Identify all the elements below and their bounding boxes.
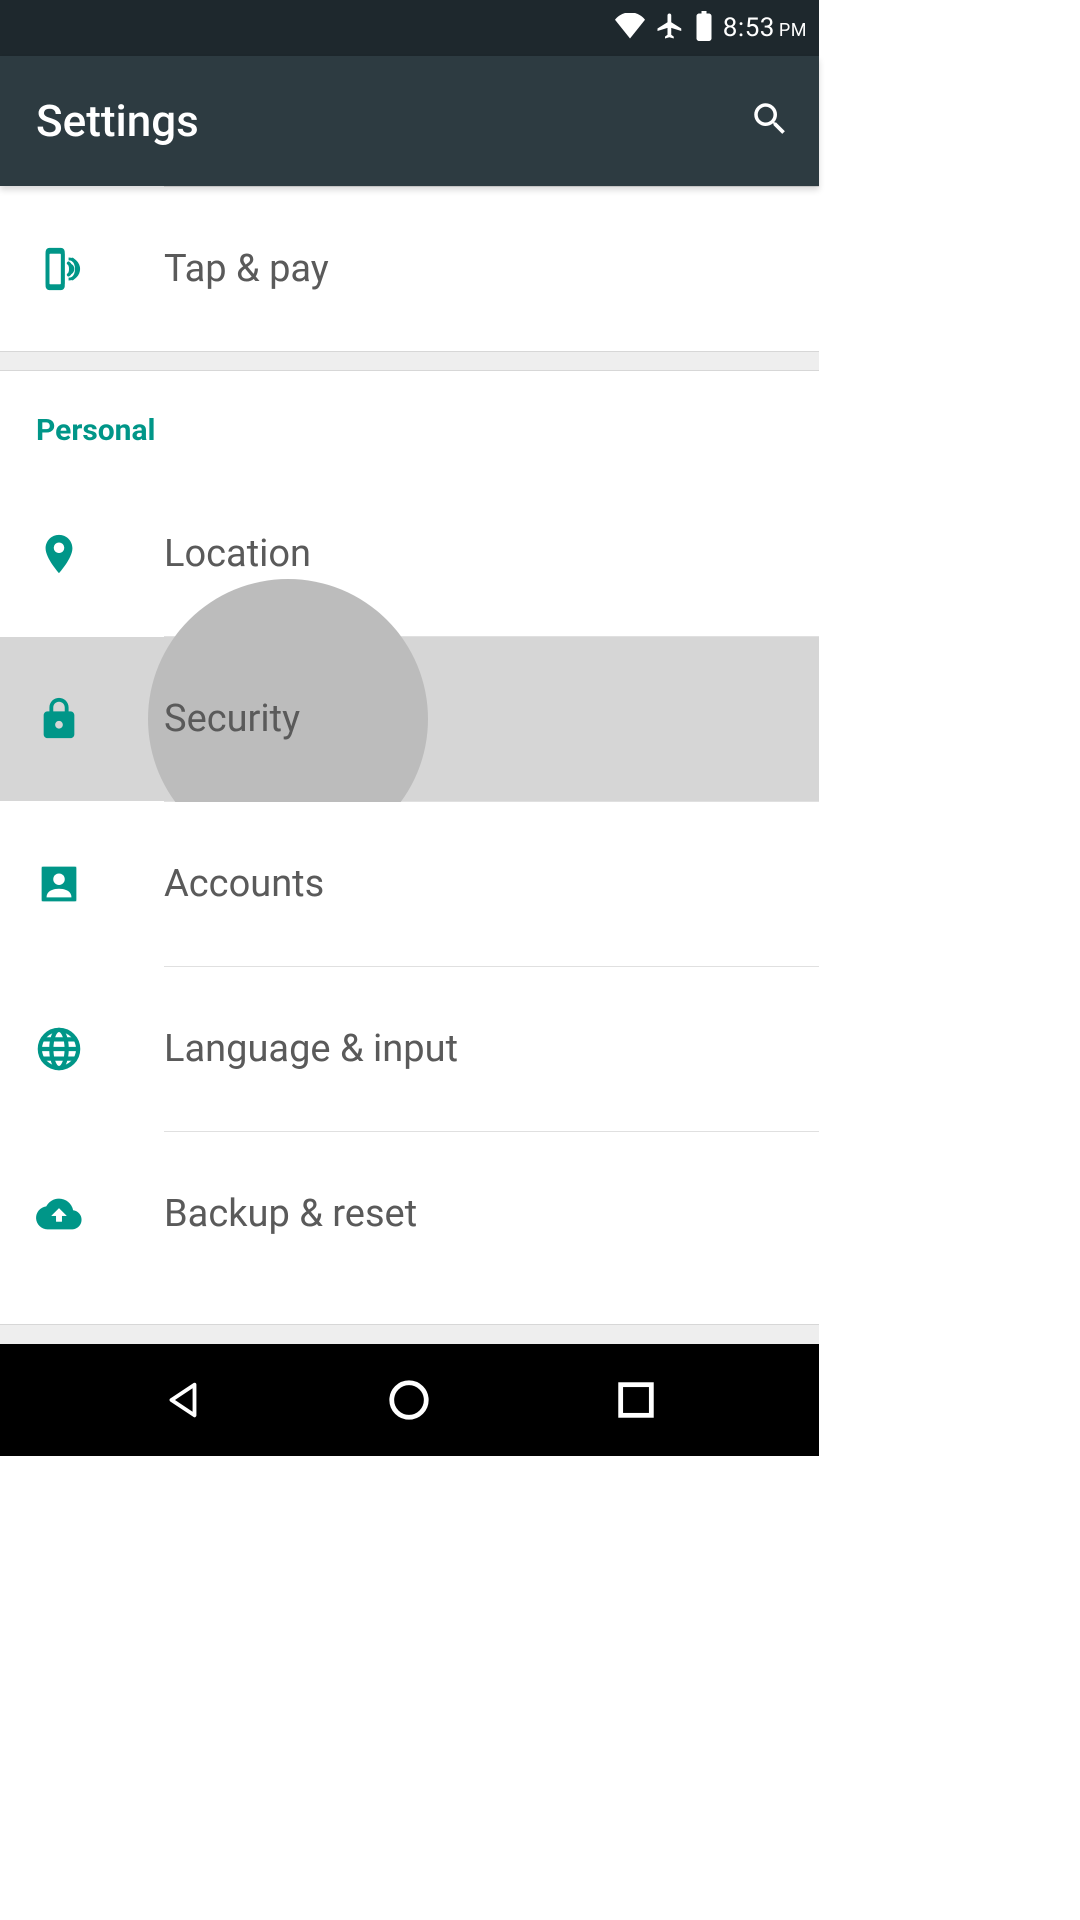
page-title: Settings: [36, 95, 199, 147]
settings-item-label: Accounts: [164, 862, 324, 906]
search-button[interactable]: [749, 98, 791, 144]
settings-item-location[interactable]: Location: [0, 472, 819, 636]
app-bar: Settings: [0, 56, 819, 186]
tap-pay-icon: [36, 246, 164, 292]
section-divider: [0, 351, 819, 371]
status-time: 8:53PM: [723, 13, 807, 43]
nav-home-button[interactable]: [296, 1377, 522, 1423]
settings-item-label: Backup & reset: [164, 1192, 417, 1236]
location-icon: [36, 531, 164, 577]
back-icon: [160, 1377, 206, 1423]
airplane-icon: [655, 11, 685, 45]
section-divider: [0, 1324, 819, 1344]
lock-icon: [36, 696, 164, 742]
settings-item-security[interactable]: Security: [0, 637, 819, 801]
search-icon: [749, 98, 791, 140]
section-header-personal: Personal: [0, 371, 819, 472]
settings-item-label: Location: [164, 532, 311, 576]
recent-icon: [613, 1377, 659, 1423]
settings-item-language[interactable]: Language & input: [0, 967, 819, 1131]
settings-list: Tap & pay Personal Location Security Acc…: [0, 186, 819, 1344]
settings-item-backup[interactable]: Backup & reset: [0, 1132, 819, 1296]
nav-recent-button[interactable]: [523, 1377, 749, 1423]
navigation-bar: [0, 1344, 819, 1456]
globe-icon: [36, 1026, 164, 1072]
settings-item-label: Language & input: [164, 1027, 458, 1071]
status-bar: 8:53PM: [0, 0, 819, 56]
battery-icon: [695, 11, 713, 45]
wifi-icon: [615, 13, 645, 43]
account-icon: [36, 861, 164, 907]
cloud-upload-icon: [36, 1191, 164, 1237]
settings-item-accounts[interactable]: Accounts: [0, 802, 819, 966]
settings-item-label: Tap & pay: [164, 247, 329, 291]
nav-back-button[interactable]: [70, 1377, 296, 1423]
home-icon: [386, 1377, 432, 1423]
status-icons: [615, 11, 713, 45]
settings-item-tap-pay[interactable]: Tap & pay: [0, 187, 819, 351]
settings-item-label: Security: [164, 697, 300, 741]
